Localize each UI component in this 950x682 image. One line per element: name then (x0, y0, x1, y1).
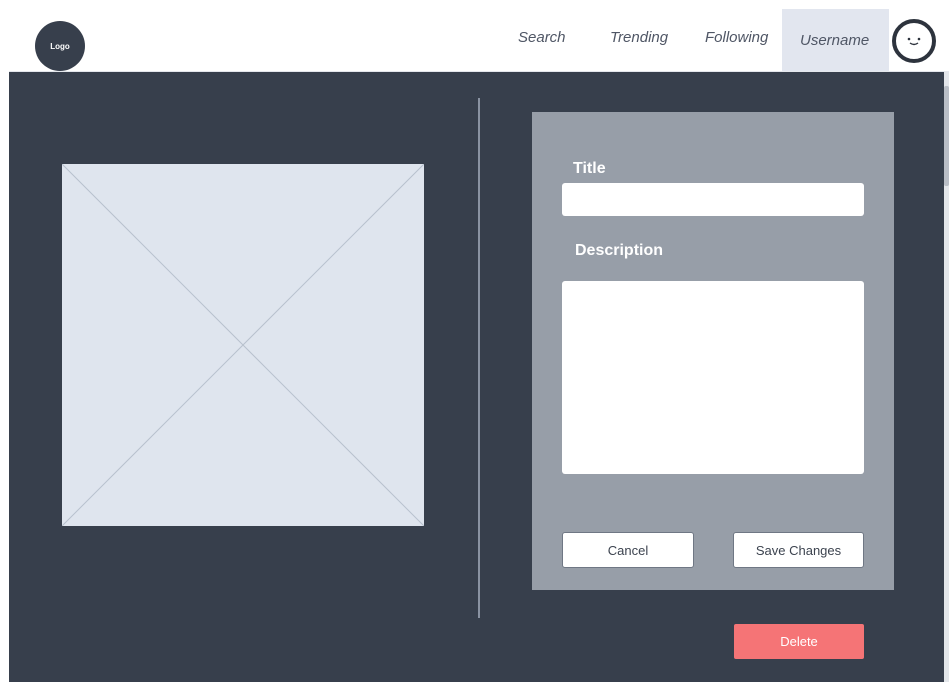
main-content: Title Description Cancel Save Changes De… (9, 72, 949, 682)
description-textarea[interactable] (562, 281, 864, 474)
description-label: Description (575, 242, 664, 259)
app-frame: Logo Search Trending Following Username … (9, 9, 949, 682)
save-changes-button-label: Save Changes (755, 542, 842, 558)
save-changes-button[interactable]: Save Changes (733, 532, 864, 568)
delete-button[interactable]: Delete (734, 624, 864, 659)
edit-form-panel: Title Description Cancel Save Changes (532, 112, 894, 590)
nav-following[interactable]: Following (705, 29, 768, 46)
title-input[interactable] (562, 183, 864, 216)
nav-username[interactable]: Username (782, 9, 889, 71)
cancel-button[interactable]: Cancel (562, 532, 694, 568)
vertical-divider (478, 98, 480, 618)
delete-button-label: Delete (780, 634, 818, 649)
nav-search[interactable]: Search (518, 29, 566, 46)
smiley-face-icon (907, 37, 921, 46)
image-placeholder (62, 164, 424, 526)
username-label: Username (800, 31, 870, 49)
logo[interactable]: Logo (35, 21, 85, 71)
avatar[interactable] (892, 19, 936, 63)
scrollbar-thumb[interactable] (944, 86, 949, 186)
scrollbar[interactable] (944, 72, 949, 682)
title-label: Title (573, 160, 606, 177)
cancel-button-label: Cancel (607, 542, 649, 558)
image-placeholder-icon (62, 164, 424, 526)
logo-text: Logo (50, 41, 70, 51)
nav-trending[interactable]: Trending (610, 29, 668, 46)
top-navigation-bar: Logo Search Trending Following Username (9, 9, 949, 72)
